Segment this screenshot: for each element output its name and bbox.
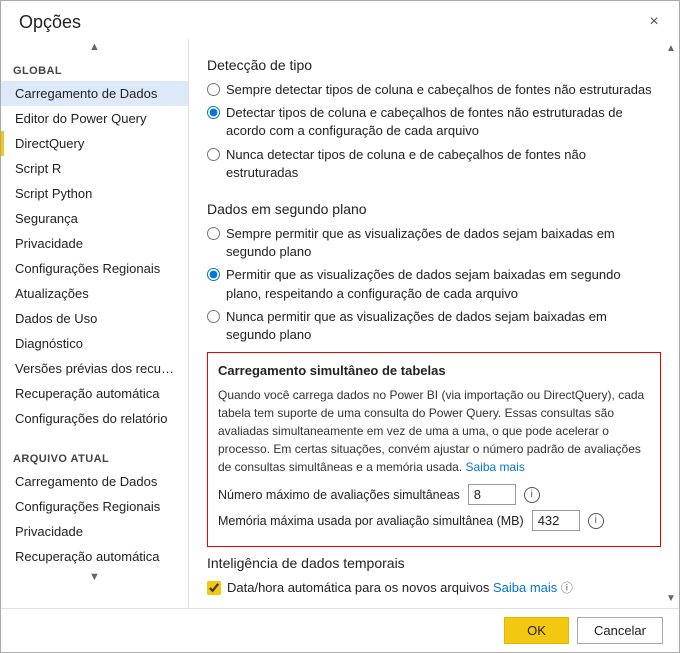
type-detection-option-3[interactable]: Nunca detectar tipos de coluna e de cabe…	[207, 146, 679, 182]
max-evals-info-icon[interactable]: i	[524, 487, 540, 503]
type-detection-radio-3[interactable]	[207, 148, 220, 161]
background-data-radio-1[interactable]	[207, 227, 220, 240]
background-data-option-3[interactable]: Nunca permitir que as visualizações de d…	[207, 308, 679, 344]
background-data-label-3: Nunca permitir que as visualizações de d…	[226, 308, 659, 344]
max-memory-info-icon[interactable]: i	[588, 513, 604, 529]
type-detection-option-2[interactable]: Detectar tipos de coluna e cabeçalhos de…	[207, 104, 679, 140]
sidebar-scroll-up[interactable]: ▲	[1, 39, 188, 55]
sidebar-item-editor-power-query[interactable]: Editor do Power Query	[1, 106, 188, 131]
type-detection-radio-2[interactable]	[207, 106, 220, 119]
background-data-label-2: Permitir que as visualizações de dados s…	[226, 266, 659, 302]
temporal-section: Inteligência de dados temporais Data/hor…	[207, 555, 679, 596]
temporal-title: Inteligência de dados temporais	[207, 555, 679, 571]
type-detection-label-1: Sempre detectar tipos de coluna e cabeça…	[226, 81, 652, 99]
background-data-title: Dados em segundo plano	[207, 201, 679, 217]
scroll-down-icon[interactable]: ▼	[666, 593, 676, 604]
type-detection-radio-1[interactable]	[207, 83, 220, 96]
simult-loading-title: Carregamento simultâneo de tabelas	[218, 363, 648, 378]
background-data-radio-3[interactable]	[207, 310, 220, 323]
sidebar-item-config-regionais[interactable]: Configurações Regionais	[1, 256, 188, 281]
sidebar-scroll-down[interactable]: ▼	[1, 569, 188, 585]
max-memory-input[interactable]	[532, 510, 580, 531]
temporal-icon: ⓘ	[561, 581, 573, 595]
sidebar-item-script-python[interactable]: Script Python	[1, 181, 188, 206]
main-content: ▲ ▼ Detecção de tipo Sempre detectar tip…	[189, 39, 679, 608]
sidebar-item-recuperacao-auto[interactable]: Recuperação automática	[1, 381, 188, 406]
background-data-option-2[interactable]: Permitir que as visualizações de dados s…	[207, 266, 679, 302]
background-data-option-1[interactable]: Sempre permitir que as visualizações de …	[207, 225, 679, 261]
sidebar-item-atualizacoes[interactable]: Atualizações	[1, 281, 188, 306]
background-data-label-1: Sempre permitir que as visualizações de …	[226, 225, 659, 261]
simult-loading-box: Carregamento simultâneo de tabelas Quand…	[207, 352, 661, 547]
type-detection-label-2: Detectar tipos de coluna e cabeçalhos de…	[226, 104, 659, 140]
sidebar-global-label: GLOBAL	[1, 55, 188, 81]
sidebar-item-config-relatorio[interactable]: Configurações do relatório	[1, 406, 188, 431]
sidebar-arquivo-label: ARQUIVO ATUAL	[1, 443, 188, 469]
sidebar-item-dados-de-uso[interactable]: Dados de Uso	[1, 306, 188, 331]
cancel-button[interactable]: Cancelar	[577, 617, 663, 644]
max-evals-label: Número máximo de avaliações simultâneas	[218, 488, 460, 502]
sidebar-item-versoes-previas[interactable]: Versões prévias dos recursos	[1, 356, 188, 381]
temporal-checkbox-item[interactable]: Data/hora automática para os novos arqui…	[207, 579, 679, 596]
close-button[interactable]: ×	[643, 11, 665, 33]
sidebar: ▲ GLOBAL Carregamento de Dados Editor do…	[1, 39, 189, 608]
dialog-body: ▲ GLOBAL Carregamento de Dados Editor do…	[1, 39, 679, 608]
options-dialog: Opções × ▲ GLOBAL Carregamento de Dados …	[0, 0, 680, 653]
dialog-footer: OK Cancelar	[1, 608, 679, 652]
sidebar-item-seguranca[interactable]: Segurança	[1, 206, 188, 231]
sidebar-item-a-privacidade[interactable]: Privacidade	[1, 519, 188, 544]
simult-loading-desc: Quando você carrega dados no Power BI (v…	[218, 386, 648, 476]
sidebar-item-a-carregamento[interactable]: Carregamento de Dados	[1, 469, 188, 494]
type-detection-options: Sempre detectar tipos de coluna e cabeça…	[207, 81, 679, 182]
max-memory-field: Memória máxima usada por avaliação simul…	[218, 510, 648, 531]
background-data-radio-2[interactable]	[207, 268, 220, 281]
temporal-saiba-mais-link[interactable]: Saiba mais	[493, 580, 557, 595]
sidebar-item-directquery[interactable]: DirectQuery	[1, 131, 188, 156]
type-detection-option-1[interactable]: Sempre detectar tipos de coluna e cabeça…	[207, 81, 679, 99]
max-evals-input[interactable]	[468, 484, 516, 505]
sidebar-item-script-r[interactable]: Script R	[1, 156, 188, 181]
dialog-title: Opções	[19, 12, 81, 33]
sidebar-item-carregamento-dados[interactable]: Carregamento de Dados	[1, 81, 188, 106]
dialog-titlebar: Opções ×	[1, 1, 679, 39]
type-detection-label-3: Nunca detectar tipos de coluna e de cabe…	[226, 146, 659, 182]
max-memory-label: Memória máxima usada por avaliação simul…	[218, 514, 524, 528]
temporal-checkbox-label: Data/hora automática para os novos arqui…	[227, 579, 573, 596]
max-evals-field: Número máximo de avaliações simultâneas …	[218, 484, 648, 505]
type-detection-title: Detecção de tipo	[207, 57, 679, 73]
sidebar-item-diagnostico[interactable]: Diagnóstico	[1, 331, 188, 356]
sidebar-item-privacidade[interactable]: Privacidade	[1, 231, 188, 256]
scroll-up-icon[interactable]: ▲	[666, 43, 676, 54]
scroll-track: ▲ ▼	[663, 39, 679, 608]
sidebar-item-a-config-regionais[interactable]: Configurações Regionais	[1, 494, 188, 519]
simult-loading-link[interactable]: Saiba mais	[465, 460, 524, 474]
temporal-checkbox[interactable]	[207, 581, 221, 595]
background-data-options: Sempre permitir que as visualizações de …	[207, 225, 679, 344]
sidebar-item-a-recuperacao[interactable]: Recuperação automática	[1, 544, 188, 569]
ok-button[interactable]: OK	[504, 617, 569, 644]
